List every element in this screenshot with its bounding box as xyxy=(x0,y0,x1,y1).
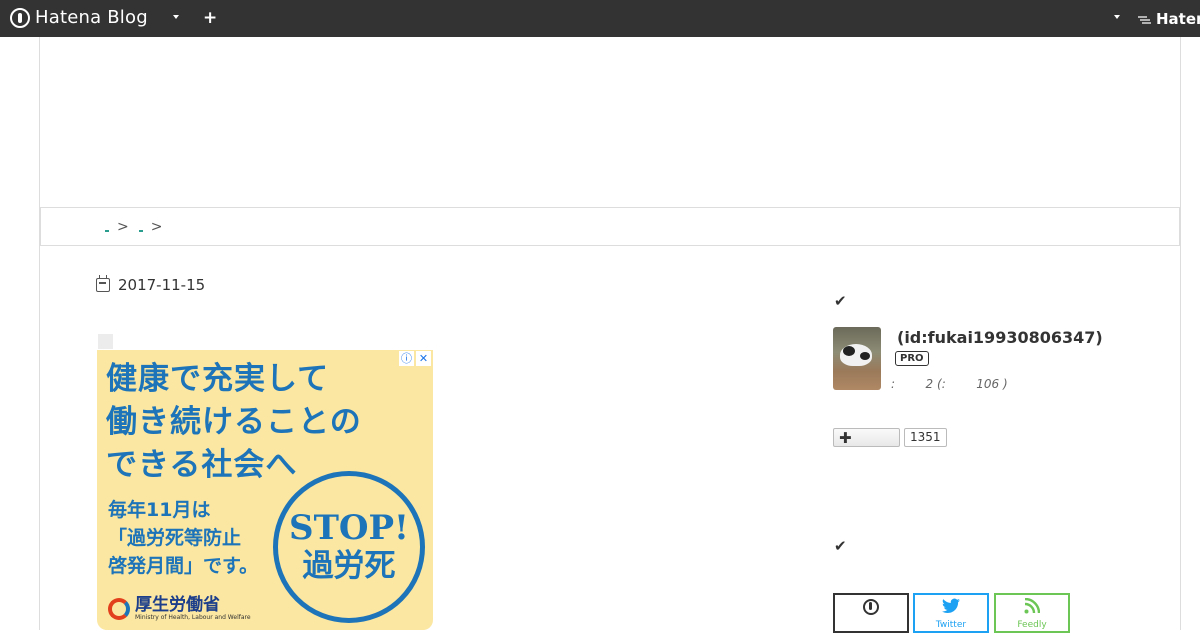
stop-karoshi-stamp: STOP! 過労死 xyxy=(273,471,425,623)
ministry-emblem-icon xyxy=(108,597,130,620)
section-check-icon: ✔ xyxy=(834,537,847,555)
ad-subtext-line: 啓発月間」です。 xyxy=(108,555,259,577)
hatena-blog-logo-text: Hatena Blog xyxy=(35,7,148,28)
follow-widget: ✚ 1351 xyxy=(833,428,947,447)
twitter-icon xyxy=(942,598,960,614)
breadcrumb: > > xyxy=(40,207,1180,246)
ad-info-icon[interactable]: ⓘ xyxy=(399,351,414,366)
chevron-down-icon[interactable] xyxy=(173,15,179,19)
subscribe-feedly-button[interactable]: Feedly xyxy=(994,593,1070,633)
stamp-stop-text: STOP! xyxy=(289,508,409,548)
ministry-logo: 厚生労働省 Ministry of Health, Labour and Wel… xyxy=(108,596,251,621)
twitter-label: Twitter xyxy=(935,620,967,630)
avatar-cat-photo xyxy=(840,344,872,366)
ad-close-icon[interactable]: ✕ xyxy=(416,351,431,366)
account-menu-chevron-down-icon[interactable] xyxy=(1114,15,1120,19)
breadcrumb-separator: > xyxy=(150,218,163,235)
calendar-icon xyxy=(96,275,110,292)
ad-headline-line: 働き続けることの xyxy=(106,404,362,440)
hatena-blog-logo[interactable]: Hatena Blog xyxy=(10,7,148,28)
ad-controls: ⓘ ✕ xyxy=(399,351,431,366)
plus-icon: ✚ xyxy=(839,428,852,447)
avatar[interactable] xyxy=(833,327,881,390)
hatena-brand-link[interactable]: Haten xyxy=(1137,10,1200,28)
profile-stats: : 2 (: 106 ) xyxy=(891,377,1008,391)
follower-count[interactable]: 1351 xyxy=(904,428,947,447)
hatena-global-header: Hatena Blog + Haten xyxy=(0,0,1200,37)
ministry-name: 厚生労働省 xyxy=(135,595,220,615)
stamp-karoshi-text: 過労死 xyxy=(302,548,396,584)
ad-subtext: 毎年11月は 「過労死等防止 啓発月間」です。 xyxy=(108,496,258,580)
entry-date-text: 2017-11-15 xyxy=(118,276,206,294)
hatena-cloud-icon xyxy=(1138,16,1151,24)
subscribe-twitter-button[interactable]: Twitter xyxy=(913,593,989,633)
follow-button[interactable]: ✚ xyxy=(833,428,900,447)
section-check-icon: ✔ xyxy=(834,292,847,310)
ad-headline-line: 健康で充実して xyxy=(106,361,330,397)
ad-banner[interactable]: ⓘ ✕ 健康で充実して 働き続けることの できる社会へ 毎年11月は 「過労死等… xyxy=(97,350,433,630)
profile-id[interactable]: (id:fukai19930806347) xyxy=(897,328,1103,347)
rss-feed-icon xyxy=(1024,598,1040,614)
breadcrumb-link-category[interactable] xyxy=(138,229,143,232)
subscribe-hatena-button[interactable] xyxy=(833,593,909,633)
ministry-name-en: Ministry of Health, Labour and Welfare xyxy=(135,614,251,621)
ad-headline: 健康で充実して 働き続けることの できる社会へ xyxy=(106,358,362,487)
broken-image-placeholder xyxy=(98,334,113,349)
feedly-label: Feedly xyxy=(1017,620,1047,630)
breadcrumb-link-home[interactable] xyxy=(105,229,109,232)
new-entry-button[interactable]: + xyxy=(203,8,217,28)
ad-subtext-line: 「過労死等防止 xyxy=(108,527,242,549)
breadcrumb-separator: > xyxy=(117,218,129,235)
ad-subtext-line: 毎年11月は xyxy=(108,499,211,521)
entry-date[interactable]: 2017-11-15 xyxy=(96,275,206,294)
hatena-icon xyxy=(863,599,879,615)
pro-badge: PRO xyxy=(895,351,929,366)
hatena-logo-icon xyxy=(10,7,30,28)
hatena-brand-text: Haten xyxy=(1156,10,1200,28)
